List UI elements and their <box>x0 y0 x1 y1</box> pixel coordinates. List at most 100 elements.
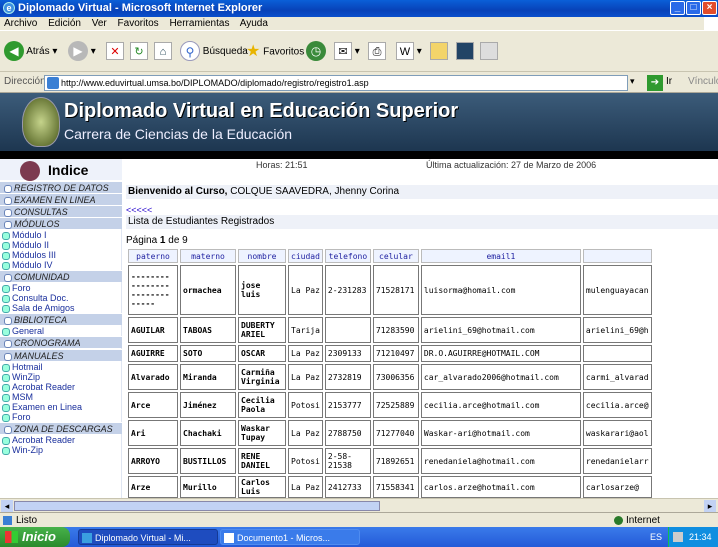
sidebar-section-modulos[interactable]: MÓDULOS <box>0 217 122 229</box>
sidebar-item-modulo-1[interactable]: Módulo I <box>0 230 122 240</box>
research-icon <box>480 42 498 61</box>
column-header <box>582 249 652 263</box>
language-indicator[interactable]: ES <box>650 532 662 542</box>
back-arrow-icon: ◀ <box>4 41 24 62</box>
task-diplomado[interactable]: Diplomado Virtual - Mi... <box>78 529 218 545</box>
maximize-button[interactable]: □ <box>686 1 701 15</box>
table-cell: cecilia.arce@ <box>582 392 652 418</box>
sidebar-item-sala-amigos[interactable]: Sala de Amigos <box>0 303 122 313</box>
sidebar-item-winzip-download[interactable]: Win-Zip <box>0 445 122 455</box>
task-documento[interactable]: Documento1 - Micros... <box>220 529 360 545</box>
sidebar-item-msm[interactable]: MSM <box>0 392 122 402</box>
sidebar-item-foro-manual[interactable]: Foro <box>0 412 122 422</box>
print-button[interactable]: ⎙ <box>368 41 386 63</box>
sidebar-item-hotmail[interactable]: Hotmail <box>0 362 122 372</box>
table-row: AGUILAR TABOAS DUBERTY ARIEL Tarija 71283590… <box>128 317 652 343</box>
go-button[interactable]: Ir <box>666 76 672 87</box>
table-cell: Potosi <box>288 448 323 474</box>
column-header: celular <box>372 249 419 263</box>
menu-bar: Archivo Edición Ver Favoritos Herramient… <box>0 17 718 31</box>
home-icon: ⌂ <box>154 42 172 61</box>
menu-edicion[interactable]: Edición <box>48 18 81 29</box>
sidebar-section-comunidad[interactable]: COMUNIDAD <box>0 270 122 282</box>
links-button[interactable]: Vínculos <box>688 76 718 87</box>
list-title: Lista de Estudiantes Registrados <box>126 215 718 229</box>
horizontal-scrollbar[interactable]: ◂ ▸ <box>0 498 718 512</box>
edit-icon: W <box>396 42 414 61</box>
back-button[interactable]: ◀ Atrás ▾ <box>4 41 57 63</box>
table-cell: -------- -------- -------- ----- <box>128 265 178 315</box>
home-button[interactable]: ⌂ <box>154 41 172 63</box>
column-header: nombre <box>238 249 286 263</box>
menu-archivo[interactable]: Archivo <box>4 18 37 29</box>
search-icon: ⚲ <box>180 41 200 62</box>
search-button[interactable]: ⚲ Búsqueda <box>180 41 248 63</box>
menu-favoritos[interactable]: Favoritos <box>118 18 159 29</box>
sidebar-item-modulo-3[interactable]: Módulos III <box>0 250 122 260</box>
forward-arrow-icon: ▶ <box>68 41 88 62</box>
history-button[interactable]: ◷ <box>306 41 326 63</box>
menu-herramientas[interactable]: Herramientas <box>169 18 229 29</box>
column-header: telefono <box>324 249 371 263</box>
refresh-button[interactable]: ↻ <box>130 41 148 63</box>
table-cell: 71558341 <box>372 476 419 498</box>
scroll-thumb[interactable] <box>14 501 380 511</box>
sidebar-section-consultas[interactable]: CONSULTAS <box>0 205 122 217</box>
address-dropdown-icon[interactable]: ▾ <box>630 76 635 87</box>
sidebar-item-winzip[interactable]: WinZip <box>0 372 122 382</box>
sidebar-section-registro[interactable]: REGISTRO DE DATOS <box>0 181 122 193</box>
status-bar: Listo Internet <box>0 512 718 527</box>
sidebar-section-cronograma[interactable]: CRONOGRAMA <box>0 336 122 348</box>
table-cell <box>324 317 371 343</box>
sidebar-section-manuales[interactable]: MANUALES <box>0 349 122 361</box>
window-title-bar[interactable]: e Diplomado Virtual - Microsoft Internet… <box>0 0 718 17</box>
sidebar-item-consulta-doc[interactable]: Consulta Doc. <box>0 293 122 303</box>
sidebar-item-modulo-2[interactable]: Módulo II <box>0 240 122 250</box>
forward-button[interactable]: ▶ ▾ <box>68 41 96 63</box>
sidebar-item-modulo-4[interactable]: Módulo IV <box>0 260 122 270</box>
sidebar-section-examen[interactable]: EXAMEN EN LINEA <box>0 193 122 205</box>
table-cell: renedanielarr <box>582 448 652 474</box>
table-cell: jose luis <box>238 265 286 315</box>
tray-icon[interactable] <box>673 532 683 542</box>
back-link[interactable]: <<<<< <box>126 205 152 215</box>
sidebar-item-examen-linea[interactable]: Examen en Linea <box>0 402 122 412</box>
favorites-button[interactable]: ★ Favoritos <box>246 41 304 63</box>
start-button[interactable]: Inicio <box>0 527 70 547</box>
scroll-right-icon[interactable]: ▸ <box>704 500 716 512</box>
university-seal-icon <box>22 97 60 147</box>
mail-button[interactable]: ✉ ▾ <box>334 41 360 63</box>
close-button[interactable]: × <box>702 1 717 15</box>
stop-button[interactable]: ✕ <box>106 41 124 63</box>
table-cell: 72525889 <box>372 392 419 418</box>
sidebar-item-acrobat-download[interactable]: Acrobat Reader <box>0 435 122 445</box>
ie-icon: e <box>3 2 15 14</box>
crest-icon <box>20 161 40 181</box>
menu-ver[interactable]: Ver <box>92 18 107 29</box>
scroll-left-icon[interactable]: ◂ <box>1 500 13 512</box>
table-cell: Arze <box>128 476 178 498</box>
table-row: -------- -------- -------- ----- ormachea… <box>128 265 652 315</box>
minimize-button[interactable]: _ <box>670 1 685 15</box>
sidebar-item-foro[interactable]: Foro <box>0 283 122 293</box>
messenger-button[interactable] <box>456 41 474 63</box>
go-arrow-icon[interactable]: ➔ <box>647 75 663 91</box>
window-title: Diplomado Virtual - Microsoft Internet E… <box>18 2 263 14</box>
table-cell: DR.O.AGUIRRE@HOTMAIL.COM <box>420 345 581 362</box>
table-cell: mulenguayacan <box>582 265 652 315</box>
table-cell: 2153777 <box>324 392 371 418</box>
address-input[interactable]: http://www.eduvirtual.umsa.bo/DIPLOMADO/… <box>44 75 628 91</box>
table-header-row: paterno materno nombre ciudad telefono celula… <box>128 249 652 263</box>
edit-button[interactable]: W ▾ <box>396 41 422 63</box>
table-cell: 2-231283 <box>324 265 371 315</box>
word-task-icon <box>224 533 234 543</box>
sidebar-item-acrobat[interactable]: Acrobat Reader <box>0 382 122 392</box>
student-name: COLQUE SAAVEDRA, Jhenny Corina <box>227 186 400 197</box>
table-cell: OSCAR <box>238 345 286 362</box>
research-button[interactable] <box>480 41 498 63</box>
menu-ayuda[interactable]: Ayuda <box>240 18 268 29</box>
sidebar-item-general[interactable]: General <box>0 326 122 336</box>
sidebar-section-descargas[interactable]: ZONA DE DESCARGAS <box>0 422 122 434</box>
sidebar-section-biblioteca[interactable]: BIBLIOTECA <box>0 313 122 325</box>
folder-button[interactable] <box>430 41 448 63</box>
